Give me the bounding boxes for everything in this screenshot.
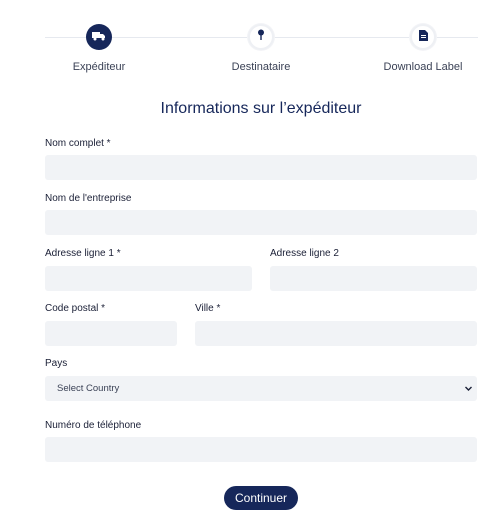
city-label: Ville * [195, 303, 221, 314]
step-label-download: Download Label [383, 61, 463, 73]
address1-input[interactable] [45, 266, 252, 291]
step-expediteur[interactable] [86, 24, 112, 50]
stepper-line [436, 37, 478, 38]
stepper-line [112, 37, 247, 38]
stepper-line [45, 37, 86, 38]
form-title: Informations sur l’expéditeur [160, 100, 362, 117]
country-select[interactable]: Select Country [45, 376, 477, 401]
stepper-line [274, 37, 409, 38]
continue-button[interactable]: Continuer [224, 486, 298, 510]
company-label: Nom de l'entreprise [45, 193, 132, 204]
address2-input[interactable] [270, 266, 477, 291]
country-selected-value: Select Country [57, 383, 120, 394]
truck-icon [92, 28, 106, 46]
company-input[interactable] [45, 210, 477, 235]
full-name-input[interactable] [45, 155, 477, 180]
step-label-destinataire: Destinataire [231, 61, 291, 73]
step-label-expediteur: Expéditeur [72, 61, 126, 73]
postal-code-input[interactable] [45, 321, 177, 346]
phone-input[interactable] [45, 437, 477, 462]
step-download-label[interactable] [410, 24, 436, 50]
address2-label: Adresse ligne 2 [270, 248, 339, 259]
chevron-down-icon [464, 384, 473, 393]
city-input[interactable] [195, 321, 477, 346]
address1-label: Adresse ligne 1 * [45, 248, 121, 259]
document-icon [418, 28, 428, 46]
map-pin-icon [257, 28, 265, 46]
postal-code-label: Code postal * [45, 303, 106, 314]
progress-stepper: Expéditeur Destinataire Download Label [0, 0, 504, 90]
step-destinataire[interactable] [248, 24, 274, 50]
phone-label: Numéro de téléphone [45, 420, 142, 431]
country-label: Pays [45, 358, 68, 369]
full-name-label: Nom complet * [45, 138, 111, 149]
